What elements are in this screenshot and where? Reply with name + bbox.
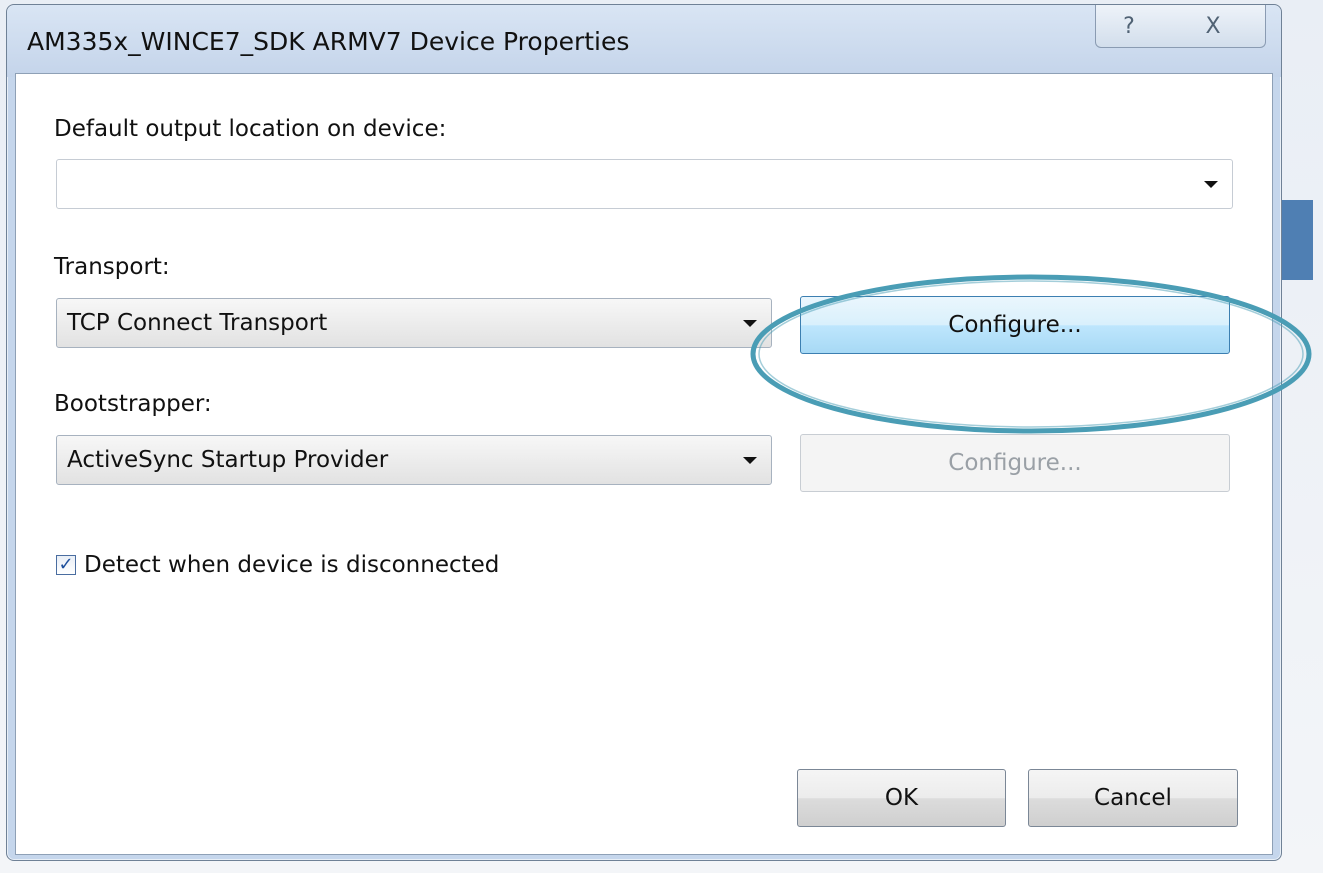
dialog-title: AM335x_WINCE7_SDK ARMV7 Device Propertie… xyxy=(27,27,630,56)
checkmark-icon: ✓ xyxy=(58,554,74,575)
device-properties-dialog: AM335x_WINCE7_SDK ARMV7 Device Propertie… xyxy=(6,4,1282,861)
ok-button[interactable]: OK xyxy=(797,769,1006,827)
bootstrapper-label: Bootstrapper: xyxy=(54,391,212,417)
close-icon: X xyxy=(1205,13,1221,39)
detect-disconnect-label[interactable]: Detect when device is disconnected xyxy=(84,552,499,578)
detect-disconnect-checkbox[interactable]: ✓ xyxy=(56,555,76,575)
transport-configure-button[interactable]: Configure... xyxy=(800,296,1230,354)
bootstrapper-select[interactable]: ActiveSync Startup Provider xyxy=(56,435,772,485)
dropdown-arrow-icon[interactable] xyxy=(743,320,757,327)
transport-label: Transport: xyxy=(54,254,170,280)
cancel-button[interactable]: Cancel xyxy=(1028,769,1238,827)
dropdown-arrow-icon[interactable] xyxy=(743,457,757,464)
dialog-client-area: Default output location on device: Trans… xyxy=(15,73,1273,855)
detect-disconnect-option[interactable]: ✓ Detect when device is disconnected xyxy=(56,552,499,578)
bootstrapper-configure-button: Configure... xyxy=(800,434,1230,492)
title-bar[interactable]: AM335x_WINCE7_SDK ARMV7 Device Propertie… xyxy=(7,5,1281,77)
output-location-combobox[interactable] xyxy=(56,159,1233,209)
help-icon: ? xyxy=(1123,13,1135,39)
bootstrapper-selected-value: ActiveSync Startup Provider xyxy=(67,447,389,473)
transport-selected-value: TCP Connect Transport xyxy=(67,310,328,336)
close-button[interactable]: X xyxy=(1161,5,1266,48)
transport-select[interactable]: TCP Connect Transport xyxy=(56,298,772,348)
output-location-label: Default output location on device: xyxy=(54,116,447,142)
help-button[interactable]: ? xyxy=(1095,5,1163,48)
dropdown-arrow-icon[interactable] xyxy=(1204,181,1218,188)
